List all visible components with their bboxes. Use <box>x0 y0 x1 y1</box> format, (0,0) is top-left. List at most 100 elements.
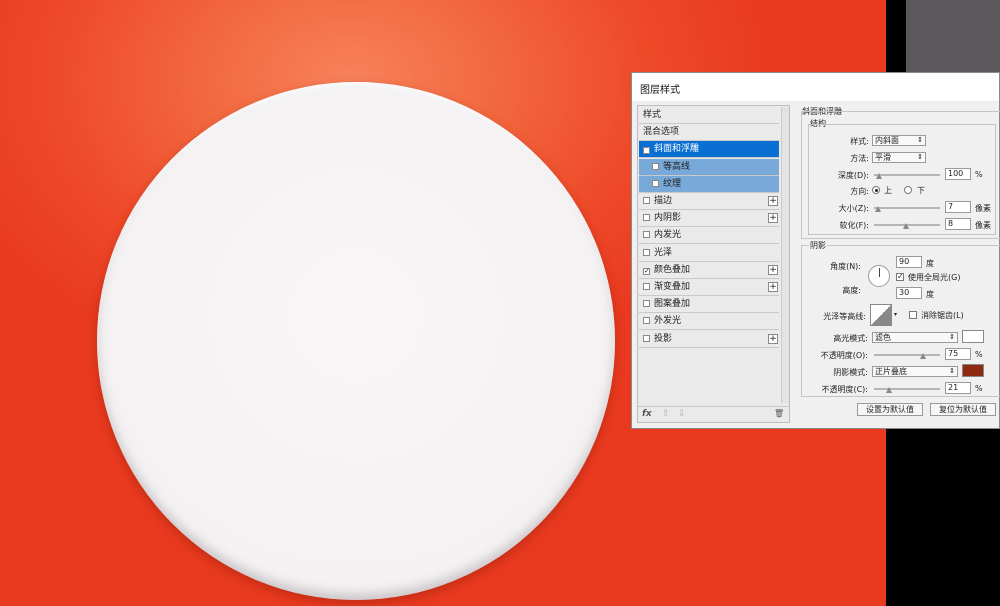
style-checkbox[interactable] <box>652 179 659 187</box>
style-checkbox[interactable]: ✓ <box>643 267 650 275</box>
gloss-contour-picker[interactable] <box>870 304 892 326</box>
depth-slider-thumb[interactable] <box>876 173 882 179</box>
global-light-label: 使用全局光(G) <box>908 273 961 282</box>
reset-default-button[interactable]: 复位为默认值 <box>930 403 996 416</box>
style-checkbox[interactable] <box>652 162 659 170</box>
style-list-item[interactable]: 内发光 <box>639 227 779 245</box>
add-effect-plus-icon[interactable]: + <box>768 213 778 224</box>
size-unit: 像素 <box>975 204 991 213</box>
style-list-label: 纹理 <box>663 178 682 189</box>
fx-icon[interactable]: fx <box>642 409 652 419</box>
global-light-checkbox[interactable]: ✓ <box>896 273 904 281</box>
add-effect-plus-icon[interactable]: + <box>768 264 778 275</box>
anti-alias-checkbox[interactable] <box>909 311 917 319</box>
size-label: 大小(Z): <box>838 204 869 213</box>
style-list-item[interactable]: 描边 + <box>639 193 779 210</box>
direction-down-radio[interactable] <box>904 186 912 194</box>
style-checkbox[interactable] <box>643 300 650 308</box>
style-list-item[interactable]: ✓ 斜面和浮雕 <box>639 141 779 159</box>
angle-label: 角度(N): <box>830 262 861 271</box>
style-checkbox[interactable] <box>643 231 650 239</box>
panel-area <box>906 0 1000 72</box>
style-list-label: 描边 <box>654 196 673 206</box>
style-list-label: 渐变叠加 <box>654 282 691 292</box>
add-effect-plus-icon[interactable]: + <box>768 196 778 206</box>
shadow-opacity-thumb[interactable] <box>886 387 892 393</box>
move-down-icon[interactable]: ⇩ <box>678 409 686 419</box>
shadow-opacity-input[interactable]: 21 <box>945 382 971 394</box>
style-list-item[interactable]: 光泽 <box>639 245 779 262</box>
style-list-label: 内发光 <box>654 230 682 241</box>
style-list-item[interactable]: 内阴影 + <box>639 210 779 228</box>
depth-slider[interactable] <box>874 174 940 176</box>
shadow-color-swatch[interactable] <box>962 364 984 377</box>
soften-unit: 像素 <box>975 221 991 230</box>
highlight-opacity-unit: % <box>975 350 983 359</box>
style-list-item[interactable]: 图案叠加 <box>639 296 779 314</box>
move-up-icon[interactable]: ⇧ <box>662 409 670 419</box>
trash-icon[interactable]: 🗑 <box>774 409 784 418</box>
style-checkbox[interactable]: ✓ <box>643 147 650 155</box>
make-default-button[interactable]: 设置为默认值 <box>857 403 923 416</box>
technique-select[interactable]: 平滑 ⇕ <box>872 152 926 163</box>
highlight-opacity-slider[interactable] <box>874 354 940 356</box>
style-checkbox[interactable] <box>643 197 650 204</box>
soften-label: 软化(F): <box>839 221 869 230</box>
highlight-mode-select[interactable]: 滤色 ⇕ <box>872 332 958 343</box>
style-list-label: 光泽 <box>654 247 673 258</box>
angle-dial[interactable] <box>868 265 890 287</box>
style-list-item[interactable]: 渐变叠加 + <box>639 279 779 296</box>
depth-input[interactable]: 100 <box>945 168 971 180</box>
style-list-label: 混合选项 <box>643 127 680 138</box>
style-checkbox[interactable] <box>643 334 650 342</box>
dialog-title: 图层样式 <box>632 73 999 101</box>
shadow-mode-select[interactable]: 正片叠底 ⇕ <box>872 366 958 377</box>
style-list-item[interactable]: 外发光 <box>639 313 779 331</box>
style-list-label: 样式 <box>643 110 662 120</box>
direction-up-radio[interactable] <box>872 186 880 194</box>
size-input[interactable]: 7 <box>945 201 971 213</box>
style-list-item[interactable]: 等高线 <box>639 158 779 176</box>
size-slider[interactable] <box>874 207 940 209</box>
angle-unit: 度 <box>926 259 934 268</box>
highlight-opacity-thumb[interactable] <box>920 353 926 359</box>
style-checkbox[interactable] <box>643 283 650 290</box>
style-checkbox[interactable] <box>643 317 650 325</box>
direction-down-label: 下 <box>917 186 925 195</box>
shadow-opacity-unit: % <box>975 384 983 393</box>
style-list-label: 投影 <box>654 333 673 344</box>
angle-input[interactable]: 90 <box>896 256 922 268</box>
style-list-label: 斜面和浮雕 <box>654 144 700 155</box>
size-slider-thumb[interactable] <box>875 206 881 212</box>
altitude-input[interactable]: 30 <box>896 287 922 299</box>
contour-dropdown-icon[interactable]: ▾ <box>894 311 897 318</box>
highlight-mode-label: 高光模式: <box>833 334 868 343</box>
style-checkbox[interactable] <box>643 248 650 256</box>
bevel-style-select[interactable]: 内斜面 ⇕ <box>872 135 926 146</box>
add-effect-plus-icon[interactable]: + <box>768 282 778 292</box>
style-list-label: 颜色叠加 <box>654 264 691 275</box>
style-list-label: 图案叠加 <box>654 299 691 310</box>
anti-alias-label: 消除锯齿(L) <box>921 311 964 320</box>
shading-title: 阴影 <box>809 240 827 251</box>
gloss-contour-label: 光泽等高线: <box>823 312 866 321</box>
depth-label: 深度(D): <box>837 171 869 180</box>
style-checkbox[interactable] <box>643 214 650 222</box>
direction-label: 方向: <box>850 187 869 196</box>
layer-style-dialog: 图层样式 样式 混合选项 ✓ 斜面和浮雕 等高线 纹理 描边 + 内阴影 + 内发光 光泽 ✓ 颜色叠加 +… <box>631 72 1000 429</box>
soften-slider-thumb[interactable] <box>903 223 909 229</box>
style-list-item[interactable]: 投影 + <box>639 331 779 348</box>
highlight-opacity-input[interactable]: 75 <box>945 348 971 360</box>
shadow-mode-label: 阴影模式: <box>833 368 868 377</box>
shadow-opacity-slider[interactable] <box>874 388 940 390</box>
style-label: 样式: <box>850 137 869 146</box>
highlight-color-swatch[interactable] <box>962 330 984 343</box>
style-list-item[interactable]: 混合选项 <box>639 124 779 142</box>
style-list-label: 等高线 <box>663 161 691 172</box>
list-scrollbar[interactable] <box>781 107 789 403</box>
style-list-item[interactable]: 纹理 <box>639 175 779 193</box>
add-effect-plus-icon[interactable]: + <box>768 333 778 344</box>
style-list-item[interactable]: ✓ 颜色叠加 + <box>639 262 779 279</box>
style-list-item[interactable]: 样式 <box>639 107 779 124</box>
soften-input[interactable]: 8 <box>945 218 971 230</box>
